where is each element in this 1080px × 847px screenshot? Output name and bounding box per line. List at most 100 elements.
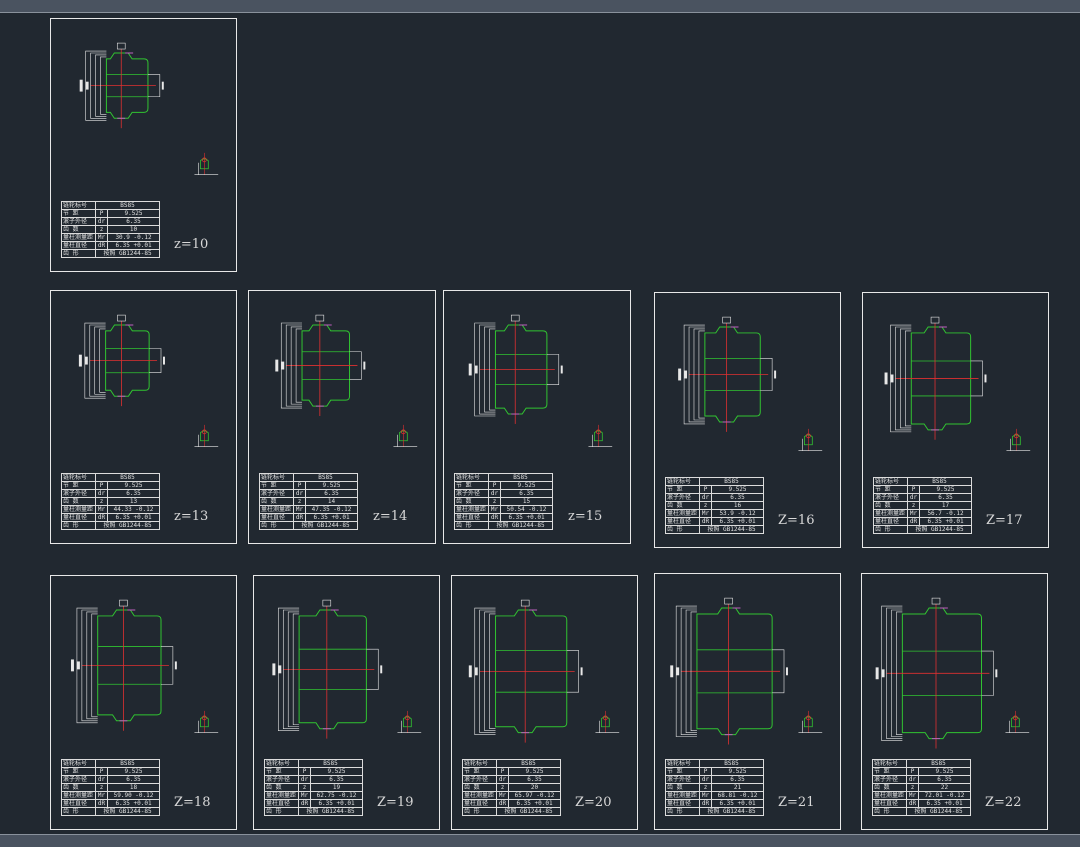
table-row: 量柱直径 dR 6.35 +0.01 xyxy=(873,517,973,526)
table-row: 齿 数 z 21 xyxy=(665,783,765,792)
table-label-cell: 链轮标号 xyxy=(61,201,96,210)
table-label-cell: 齿 形 xyxy=(665,525,700,534)
table-row: 齿 形按照 GB1244-85 xyxy=(61,521,161,530)
drawing-sheet[interactable]: 链轮标号 BS85 节 距 P 9.525 滚子外径 dr 6.35 齿 数 z 22 量柱测量距 Mr… xyxy=(861,573,1048,830)
table-value-cell: 6.35 xyxy=(309,775,364,784)
table-symbol-cell: Mr xyxy=(699,791,712,800)
drawing-sheet[interactable]: 链轮标号 BS85 节 距 P 9.525 滚子外径 dr 6.35 齿 数 z 13 量柱测量距 Mr… xyxy=(50,290,237,544)
table-value-cell: 6.35 xyxy=(304,489,359,498)
table-symbol-cell: dr xyxy=(906,775,919,784)
table-symbol-cell: dR xyxy=(95,799,108,808)
parameter-table: 链轮标号 BS85 节 距 P 9.525 滚子外径 dr 6.35 齿 数 z 13 量柱测量距 Mr… xyxy=(61,473,161,530)
table-value-cell: 6.35 xyxy=(710,775,765,784)
table-row: 量柱测量距 Mr 68.81 -0.12 xyxy=(665,791,765,800)
table-row: 齿 形按照 GB1244-85 xyxy=(259,521,359,530)
table-symbol-cell: Mr xyxy=(95,505,108,514)
table-row: 量柱测量距 Mr 65.97 -0.12 xyxy=(462,791,562,800)
teeth-count-label: z=14 xyxy=(373,509,408,524)
dimension-text-mark xyxy=(875,667,879,680)
table-label-cell: 量柱直径 xyxy=(454,513,489,522)
table-row: 齿 数 z 19 xyxy=(264,783,364,792)
table-value-cell: BS85 xyxy=(698,759,765,768)
dimension-text-mark xyxy=(272,663,276,676)
table-label-cell: 齿 数 xyxy=(872,783,907,792)
teeth-count-label: Z=21 xyxy=(778,795,815,810)
drawing-sheet[interactable]: 链轮标号 BS85 节 距 P 9.525 滚子外径 dr 6.35 齿 数 z 16 量柱测量距 Mr… xyxy=(654,292,841,548)
table-value-cell: 按照 GB1244-85 xyxy=(905,807,972,816)
table-label-cell: 量柱直径 xyxy=(873,517,908,526)
table-value-cell: BS85 xyxy=(495,759,562,768)
table-value-cell: 6.35 xyxy=(710,493,765,502)
table-label-cell: 量柱直径 xyxy=(61,799,96,808)
table-symbol-cell: dr xyxy=(699,493,712,502)
dimension-text-mark xyxy=(684,370,688,379)
dimension-text-mark xyxy=(78,354,82,367)
drawing-sheet[interactable]: 链轮标号 BS85 节 距 P 9.525 滚子外径 dr 6.35 齿 数 z 10 量柱测量距 Mr… xyxy=(50,18,237,272)
tooth-dimension xyxy=(722,316,731,324)
table-row: 量柱直径 dR 6.35 +0.01 xyxy=(665,799,765,808)
table-row: 链轮标号 BS85 xyxy=(61,473,161,482)
drawing-sheet[interactable]: 链轮标号 BS85 节 距 P 9.525 滚子外径 dr 6.35 齿 数 z 19 量柱测量距 Mr… xyxy=(253,575,440,830)
table-value-cell: 6.35 xyxy=(499,489,554,498)
table-label-cell: 齿 形 xyxy=(873,525,908,534)
table-symbol-cell: dR xyxy=(906,799,919,808)
table-row: 节 距 P 9.525 xyxy=(61,481,161,490)
table-value-cell: 20 xyxy=(507,783,562,792)
table-value-cell: 10 xyxy=(106,225,161,234)
parameter-table: 链轮标号 BS85 节 距 P 9.525 滚子外径 dr 6.35 齿 数 z 21 量柱测量距 Mr… xyxy=(665,759,765,816)
table-row: 链轮标号 BS85 xyxy=(665,477,765,486)
dimension-text-mark xyxy=(881,669,885,678)
table-value-cell: 9.525 xyxy=(710,767,765,776)
table-value-cell: 50.54 -0.12 xyxy=(499,505,554,514)
table-label-cell: 节 距 xyxy=(665,485,700,494)
dimension-text-mark xyxy=(363,361,366,370)
table-row: 链轮标号 BS85 xyxy=(873,477,973,486)
table-symbol-cell: Mr xyxy=(293,505,306,514)
drawing-sheet[interactable]: 链轮标号 BS85 节 距 P 9.525 滚子外径 dr 6.35 齿 数 z 17 量柱测量距 Mr… xyxy=(862,292,1049,548)
table-value-cell: 47.35 -0.12 xyxy=(304,505,359,514)
table-value-cell: 17 xyxy=(918,501,973,510)
table-row: 齿 数 z 13 xyxy=(61,497,161,506)
table-row: 节 距 P 9.525 xyxy=(259,481,359,490)
table-value-cell: 按照 GB1244-85 xyxy=(495,807,562,816)
table-label-cell: 齿 形 xyxy=(259,521,294,530)
table-value-cell: BS85 xyxy=(94,473,161,482)
drawing-sheet[interactable]: 链轮标号 BS85 节 距 P 9.525 滚子外径 dr 6.35 齿 数 z 18 量柱测量距 Mr… xyxy=(50,575,237,830)
table-value-cell: 62.75 -0.12 xyxy=(309,791,364,800)
table-label-cell: 齿 形 xyxy=(872,807,907,816)
table-label-cell: 节 距 xyxy=(264,767,299,776)
dimension-text-mark xyxy=(984,374,987,383)
drawing-sheet[interactable]: 链轮标号 BS85 节 距 P 9.525 滚子外径 dr 6.35 齿 数 z 21 量柱测量距 Mr… xyxy=(654,573,841,830)
tooth-dimension xyxy=(119,599,128,607)
table-label-cell: 链轮标号 xyxy=(259,473,294,482)
table-value-cell: 6.35 +0.01 xyxy=(710,517,765,526)
table-value-cell: 68.81 -0.12 xyxy=(710,791,765,800)
table-label-cell: 节 距 xyxy=(462,767,497,776)
table-row: 量柱直径 dR 6.35 +0.01 xyxy=(665,517,765,526)
tooth-dimension xyxy=(322,599,332,607)
drawing-sheet[interactable]: 链轮标号 BS85 节 距 P 9.525 滚子外径 dr 6.35 齿 数 z 15 量柱测量距 Mr… xyxy=(443,290,631,544)
table-row: 量柱直径 dR 6.35 +0.01 xyxy=(264,799,364,808)
table-label-cell: 滚子外径 xyxy=(61,217,96,226)
table-symbol-cell: Mr xyxy=(95,233,108,242)
table-label-cell: 齿 形 xyxy=(462,807,497,816)
table-label-cell: 齿 数 xyxy=(264,783,299,792)
drawing-sheet[interactable]: 链轮标号 BS85 节 距 P 9.525 滚子外径 dr 6.35 齿 数 z 14 量柱测量距 Mr… xyxy=(248,290,436,544)
parameter-table: 链轮标号 BS85 节 距 P 9.525 滚子外径 dr 6.35 齿 数 z 19 量柱测量距 Mr… xyxy=(264,759,364,816)
table-value-cell: 按照 GB1244-85 xyxy=(906,525,973,534)
table-value-cell: 6.35 xyxy=(106,217,161,226)
table-value-cell: 按照 GB1244-85 xyxy=(94,521,161,530)
table-value-cell: 18 xyxy=(106,783,161,792)
table-label-cell: 齿 形 xyxy=(61,521,96,530)
table-label-cell: 链轮标号 xyxy=(462,759,497,768)
table-symbol-cell: P xyxy=(699,767,712,776)
table-row: 齿 形按照 GB1244-85 xyxy=(61,807,161,816)
table-symbol-cell: Mr xyxy=(488,505,501,514)
teeth-count-label: Z=20 xyxy=(575,795,612,810)
table-row: 量柱直径 dR 6.35 +0.01 xyxy=(259,513,359,522)
table-value-cell: BS85 xyxy=(698,477,765,486)
drawing-sheet[interactable]: 链轮标号 BS85 节 距 P 9.525 滚子外径 dr 6.35 齿 数 z 20 量柱测量距 Mr… xyxy=(451,575,638,830)
table-symbol-cell: Mr xyxy=(907,509,920,518)
table-label-cell: 齿 数 xyxy=(454,497,489,506)
table-symbol-cell: P xyxy=(95,481,108,490)
